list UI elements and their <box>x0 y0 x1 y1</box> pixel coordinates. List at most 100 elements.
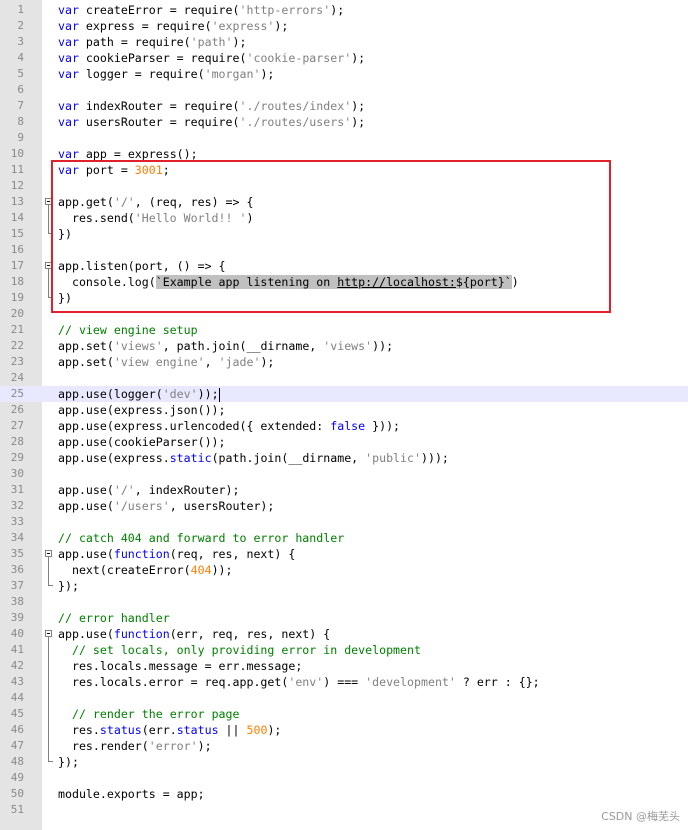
line-number: 30 <box>10 467 24 480</box>
code-line[interactable]: 50 module.exports = app; <box>0 786 688 802</box>
code-token: ); <box>197 739 212 753</box>
code-token: (err. <box>141 723 177 737</box>
code-line[interactable]: 7 var indexRouter = require('./routes/ind… <box>0 98 688 114</box>
fold-toggle-icon[interactable] <box>45 630 52 637</box>
code-token: 'public' <box>365 451 421 465</box>
code-token: || <box>218 723 247 737</box>
line-number: 5 <box>17 67 24 80</box>
code-token: app.use(express.json()); <box>58 403 226 417</box>
line-number: 8 <box>17 115 24 128</box>
code-line[interactable]: 43 res.locals.error = req.app.get('env')… <box>0 674 688 690</box>
code-line[interactable]: 25 app.use(logger('dev')); <box>0 386 688 402</box>
code-line[interactable]: 48}); <box>0 754 688 770</box>
code-text: app.set('view engine', 'jade'); <box>58 354 274 370</box>
code-line[interactable]: 1 var createError = require('http-errors'… <box>0 2 688 18</box>
line-number: 39 <box>10 611 24 624</box>
code-line[interactable]: 41 // set locals, only providing error i… <box>0 642 688 658</box>
code-line[interactable]: 30 <box>0 466 688 482</box>
code-token: , indexRouter); <box>134 483 240 497</box>
code-text: module.exports = app; <box>58 786 205 802</box>
line-number: 41 <box>10 643 24 656</box>
code-line[interactable]: 42 res.locals.message = err.message; <box>0 658 688 674</box>
code-line[interactable]: 51 <box>0 802 688 818</box>
code-line[interactable]: 32 app.use('/users', usersRouter); <box>0 498 688 514</box>
code-line[interactable]: 27 app.use(express.urlencoded({ extended:… <box>0 418 688 434</box>
code-line[interactable]: 21 // view engine setup <box>0 322 688 338</box>
code-line[interactable]: 24 <box>0 370 688 386</box>
code-editor[interactable]: 1 var createError = require('http-errors'… <box>0 0 688 830</box>
code-token: ))); <box>420 451 449 465</box>
code-token: ); <box>330 3 345 17</box>
code-line[interactable]: 29 app.use(express.static(path.join(__dir… <box>0 450 688 466</box>
code-token: res.locals.error = req.app.get( <box>58 675 289 689</box>
code-text: app.use(express.json()); <box>58 402 226 418</box>
code-token: 'views' <box>113 339 163 353</box>
code-token: app.use( <box>58 547 114 561</box>
code-line[interactable]: 2 var express = require('express'); <box>0 18 688 34</box>
fold-toggle-icon[interactable] <box>45 550 52 557</box>
line-number: 32 <box>10 499 24 512</box>
code-line[interactable]: 39 // error handler <box>0 610 688 626</box>
line-number: 14 <box>10 211 24 224</box>
code-line[interactable]: 6 <box>0 82 688 98</box>
code-line[interactable]: 38 <box>0 594 688 610</box>
line-number: 34 <box>10 531 24 544</box>
code-text: var logger = require('morgan'); <box>58 66 274 82</box>
code-line[interactable]: 8 var usersRouter = require('./routes/use… <box>0 114 688 130</box>
line-number: 36 <box>10 563 24 576</box>
text-caret <box>218 387 220 402</box>
code-line[interactable]: 3 var path = require('path'); <box>0 34 688 50</box>
code-line[interactable]: 22 app.set('views', path.join(__dirname, … <box>0 338 688 354</box>
code-token: app.set( <box>58 355 114 369</box>
code-line[interactable]: 35 app.use(function(req, res, next) { <box>0 546 688 562</box>
line-number: 37 <box>10 579 24 592</box>
code-token: 500 <box>246 723 268 737</box>
line-number: 2 <box>17 19 24 32</box>
code-line[interactable]: 33 <box>0 514 688 530</box>
code-line[interactable]: 31 app.use('/', indexRouter); <box>0 482 688 498</box>
code-line[interactable]: 26 app.use(express.json()); <box>0 402 688 418</box>
code-line[interactable]: 28 app.use(cookieParser()); <box>0 434 688 450</box>
code-line[interactable]: 37}); <box>0 578 688 594</box>
code-line[interactable]: 36 next(createError(404)); <box>0 562 688 578</box>
code-token: // view engine setup <box>58 323 198 337</box>
line-number: 3 <box>17 35 24 48</box>
code-token: app.use( <box>58 627 114 641</box>
code-token: 'dev' <box>162 387 198 401</box>
line-number: 49 <box>10 771 24 784</box>
code-line[interactable]: 9 <box>0 130 688 146</box>
code-line[interactable]: 40 app.use(function(err, req, res, next) … <box>0 626 688 642</box>
code-text: var indexRouter = require('./routes/inde… <box>58 98 365 114</box>
code-token: ); <box>351 51 366 65</box>
code-line[interactable]: 5 var logger = require('morgan'); <box>0 66 688 82</box>
code-line[interactable]: 4 var cookieParser = require('cookie-pars… <box>0 50 688 66</box>
code-token: (err, req, res, next) { <box>169 627 331 641</box>
code-token: 'env' <box>288 675 324 689</box>
code-text: var express = require('express'); <box>58 18 288 34</box>
line-number: 11 <box>10 163 24 176</box>
code-token: indexRouter = require( <box>78 99 240 113</box>
code-token: , usersRouter); <box>169 499 275 513</box>
code-line[interactable]: 46 res.status(err.status || 500); <box>0 722 688 738</box>
line-number: 24 <box>10 371 24 384</box>
code-text: // set locals, only providing error in d… <box>58 642 421 658</box>
code-token: res.locals.message = err.message; <box>58 659 303 673</box>
code-text: app.set('views', path.join(__dirname, 'v… <box>58 338 393 354</box>
code-token: 'path' <box>190 35 233 49</box>
code-line[interactable]: 47 res.render('error'); <box>0 738 688 754</box>
code-text: var usersRouter = require('./routes/user… <box>58 114 365 130</box>
code-line[interactable]: 49 <box>0 770 688 786</box>
code-token: './routes/index' <box>239 99 352 113</box>
code-line[interactable]: 34 // catch 404 and forward to error hand… <box>0 530 688 546</box>
code-line[interactable]: 45 // render the error page <box>0 706 688 722</box>
line-number: 48 <box>10 755 24 768</box>
line-number: 19 <box>10 291 24 304</box>
code-token: ) === <box>323 675 366 689</box>
code-line[interactable]: 23 app.set('view engine', 'jade'); <box>0 354 688 370</box>
code-token: express = require( <box>78 19 212 33</box>
code-token: res.render( <box>58 739 149 753</box>
line-number: 29 <box>10 451 24 464</box>
fold-guide-line <box>48 637 49 762</box>
code-line[interactable]: 44 <box>0 690 688 706</box>
